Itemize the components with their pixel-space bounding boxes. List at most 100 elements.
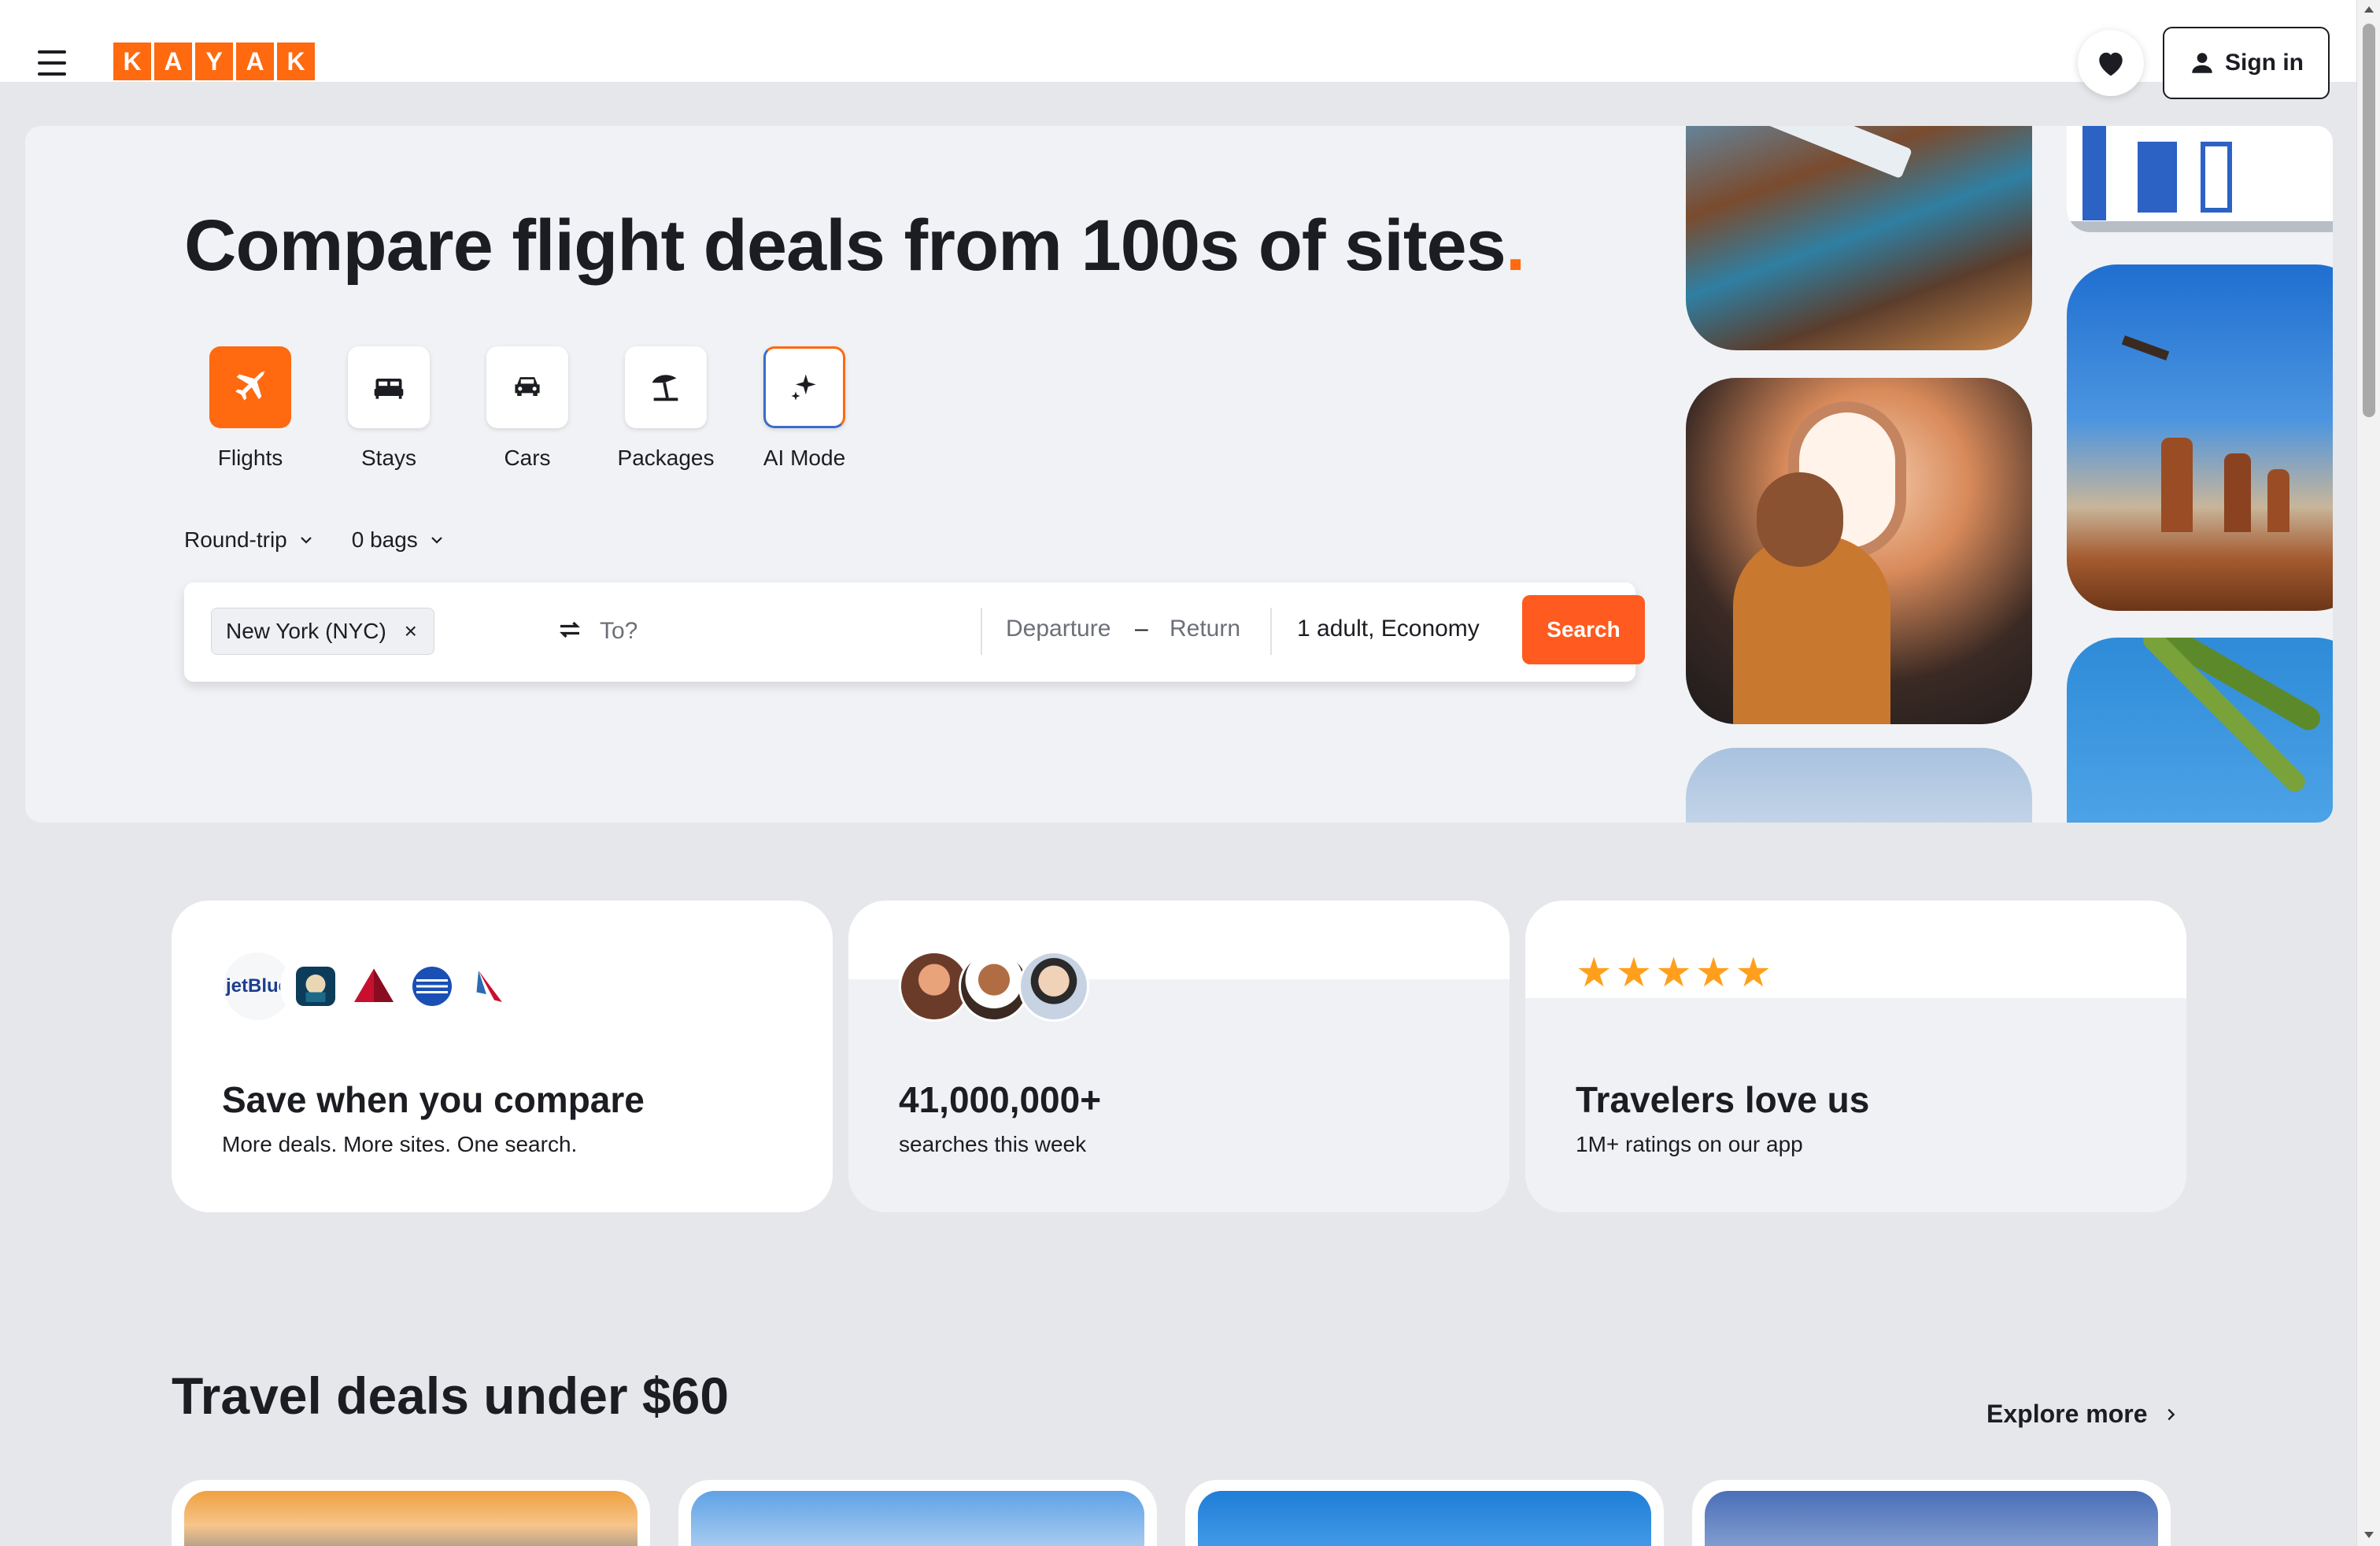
car-icon xyxy=(515,377,540,396)
deal-card[interactable] xyxy=(678,1480,1157,1546)
stat-subtitle: More deals. More sites. One search. xyxy=(222,1132,578,1156)
explore-more-label: Explore more xyxy=(1986,1400,2148,1428)
heart-icon xyxy=(2099,52,2123,76)
stat-title: Travelers love us xyxy=(1576,1079,1870,1120)
stat-title: Save when you compare xyxy=(222,1079,645,1120)
deal-image xyxy=(1198,1491,1651,1546)
favorites-button[interactable] xyxy=(2078,30,2144,96)
star-icon: ★ xyxy=(1615,950,1653,996)
tab-ai-mode-tile xyxy=(763,346,845,428)
tab-stays-tile xyxy=(348,346,430,428)
tab-flights-tile xyxy=(209,346,291,428)
page: K A Y A K Sign in Compare flight deals f… xyxy=(0,0,2356,1546)
avatar xyxy=(1018,951,1089,1022)
swap-icon[interactable] xyxy=(554,614,586,645)
tab-stays-label: Stays xyxy=(360,446,417,470)
origin-value: New York (NYC) xyxy=(226,619,386,643)
photo-sky xyxy=(1686,748,2032,823)
clear-origin-icon[interactable]: × xyxy=(399,620,423,643)
tab-packages-tile xyxy=(625,346,707,428)
trip-type-value: Round-trip xyxy=(184,527,287,552)
logo-letter: K xyxy=(113,43,151,80)
tab-cars[interactable]: Cars xyxy=(486,346,568,471)
stat-subtitle: 1M+ ratings on our app xyxy=(1576,1132,1803,1156)
trip-options: Round-trip 0 bags xyxy=(184,527,446,553)
vertical-tabs: Flights Stays Cars Packages AI Mode xyxy=(209,346,845,471)
deal-image xyxy=(184,1491,638,1546)
trip-type-dropdown[interactable]: Round-trip xyxy=(184,527,316,553)
tab-stays[interactable]: Stays xyxy=(348,346,430,471)
sign-in-label: Sign in xyxy=(2225,50,2304,76)
logo-letter: K xyxy=(277,43,315,80)
star-icon: ★ xyxy=(1694,950,1732,996)
kayak-logo[interactable]: K A Y A K xyxy=(113,43,315,80)
logo-letter: A xyxy=(236,43,274,80)
chevron-down-icon xyxy=(300,537,312,544)
stat-card-ratings: ★ ★ ★ ★ ★ Travelers love us 1M+ ratings … xyxy=(1525,901,2186,1212)
tab-ai-mode[interactable]: AI Mode xyxy=(763,346,845,471)
travelers-field[interactable]: 1 adult, Economy xyxy=(1297,616,1480,642)
hero-title: Compare flight deals from 100s of sites. xyxy=(184,205,1526,287)
date-separator: – xyxy=(1135,616,1148,642)
photo-canyon-from-plane xyxy=(1686,126,2032,350)
tab-packages-label: Packages xyxy=(617,446,715,470)
tab-cars-tile xyxy=(486,346,568,428)
search-button[interactable]: Search xyxy=(1522,595,1645,664)
hero-title-text: Compare flight deals from 100s of sites xyxy=(184,205,1506,286)
user-icon xyxy=(2192,53,2212,73)
tab-flights[interactable]: Flights xyxy=(209,346,291,471)
stat-card-searches: 41,000,000+ searches this week xyxy=(848,901,1510,1212)
rating-stars: ★ ★ ★ ★ ★ xyxy=(1576,952,1772,993)
deal-card[interactable] xyxy=(1692,1480,2171,1546)
hero-panel: Compare flight deals from 100s of sites.… xyxy=(25,126,2333,823)
stat-subtitle: searches this week xyxy=(899,1132,1087,1156)
return-field[interactable]: Return xyxy=(1170,616,1240,642)
bed-icon xyxy=(374,379,404,399)
deal-image xyxy=(691,1491,1144,1546)
tab-flights-label: Flights xyxy=(217,446,283,470)
tab-cars-label: Cars xyxy=(504,446,551,470)
chevron-right-icon xyxy=(2167,1408,2175,1420)
hero-title-dot: . xyxy=(1505,205,1526,286)
deals-section-title: Travel deals under $60 xyxy=(172,1367,730,1425)
logo-letter: Y xyxy=(195,43,233,80)
logo-letter: A xyxy=(154,43,192,80)
tab-ai-mode-label: AI Mode xyxy=(763,446,846,470)
plane-icon xyxy=(235,370,266,401)
top-bar: K A Y A K xyxy=(0,0,2356,82)
divider xyxy=(981,608,982,655)
american-logo xyxy=(455,951,526,1022)
airline-logos: jetBlue xyxy=(222,951,526,1022)
star-icon: ★ xyxy=(1655,950,1692,996)
deal-card[interactable] xyxy=(172,1480,650,1546)
deal-image xyxy=(1705,1491,2158,1546)
beach-umbrella-icon xyxy=(652,375,678,401)
divider xyxy=(1270,608,1272,655)
sign-in-button[interactable]: Sign in xyxy=(2163,27,2330,99)
tab-packages[interactable]: Packages xyxy=(618,346,714,471)
photo-desert-rocks xyxy=(2067,264,2333,611)
star-icon: ★ xyxy=(1576,950,1613,996)
stat-card-compare: jetBlue Save when you compare More deals… xyxy=(172,901,833,1212)
hamburger-menu-icon[interactable] xyxy=(38,50,69,76)
photo-palm-leaves xyxy=(2067,638,2333,823)
flight-search-bar: New York (NYC) × Departure – Return 1 ad… xyxy=(184,583,1645,682)
traveler-avatars xyxy=(899,951,1089,1022)
bags-value: 0 bags xyxy=(351,527,418,552)
explore-more-link[interactable]: Explore more xyxy=(1986,1400,2179,1429)
page-scrollbar[interactable] xyxy=(2356,0,2380,1546)
origin-chip[interactable]: New York (NYC) × xyxy=(211,608,434,655)
scroll-thumb[interactable] xyxy=(2363,24,2375,417)
photo-white-building xyxy=(2067,126,2333,232)
deal-card[interactable] xyxy=(1185,1480,1664,1546)
scroll-down-icon[interactable] xyxy=(2364,1532,2374,1538)
scroll-up-icon[interactable] xyxy=(2364,6,2374,13)
photo-child-at-window xyxy=(1686,378,2032,724)
star-icon: ★ xyxy=(1735,950,1772,996)
stat-title: 41,000,000+ xyxy=(899,1079,1102,1120)
departure-field[interactable]: Departure xyxy=(1006,616,1111,642)
sparkle-icon xyxy=(791,374,816,401)
bags-dropdown[interactable]: 0 bags xyxy=(352,527,446,553)
destination-input[interactable] xyxy=(600,606,930,656)
chevron-down-icon xyxy=(431,537,442,544)
